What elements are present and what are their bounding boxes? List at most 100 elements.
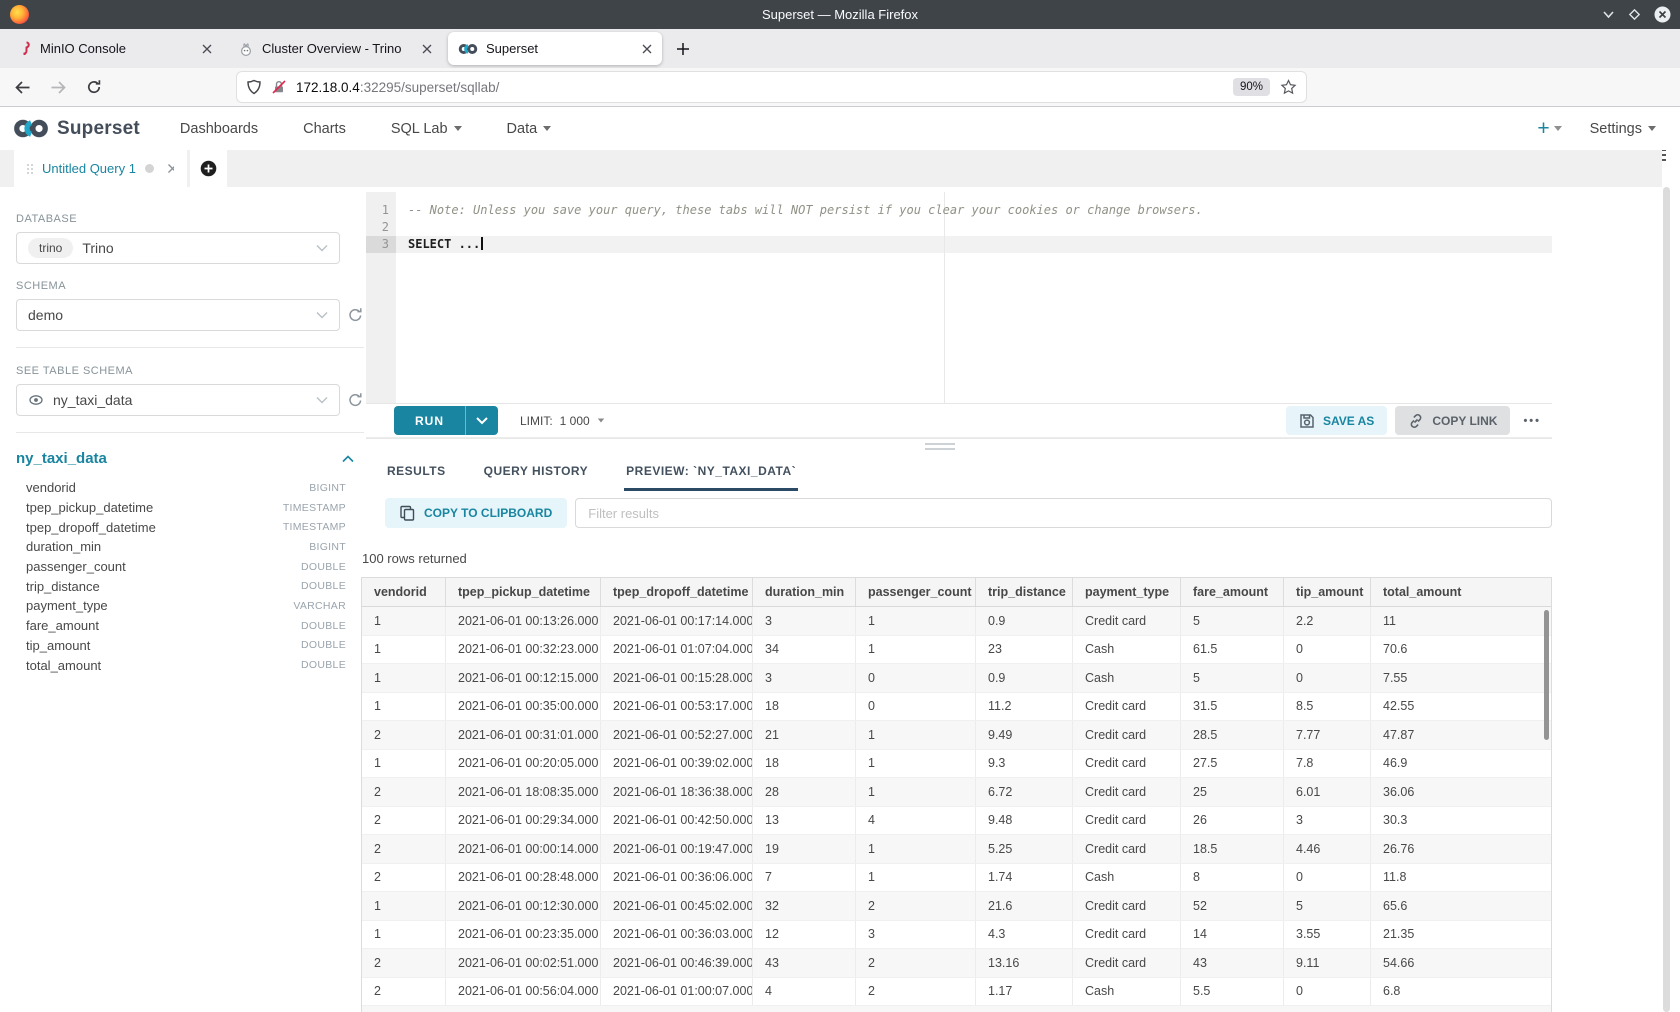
schema-value: demo [28,307,63,323]
table-scrollbar[interactable] [1544,610,1549,740]
table-header-cell[interactable]: duration_min [753,578,856,606]
settings-menu[interactable]: Settings [1590,121,1656,137]
insecure-connection-lock-icon[interactable] [271,79,287,95]
column-name: tip_amount [26,638,90,653]
table-cell: Credit card [1073,835,1181,863]
minio-icon [18,41,32,56]
refresh-schema-icon[interactable] [347,307,364,324]
text-cursor [481,237,483,250]
table-cell: 3 [1284,807,1371,835]
table-cell: 2021-06-01 00:45:02.000 [601,892,753,920]
table-cell: 61.5 [1181,636,1284,664]
table-cell: 2021-06-01 00:20:05.000 [446,750,601,778]
table-header-cell[interactable]: total_amount [1371,578,1552,606]
table-cell: 3 [856,921,976,949]
table-cell: 7.8 [1284,750,1371,778]
table-header-cell[interactable]: vendorid [362,578,446,606]
tracking-protection-shield-icon[interactable] [246,79,262,95]
new-query-tab-button[interactable] [190,150,227,187]
reload-button[interactable] [86,79,102,95]
browser-tab-minio[interactable]: MinIO Console [8,32,222,65]
sql-editor[interactable]: 1 2 3 -- Note: Unless you save your quer… [366,192,1552,404]
table-cell: 2021-06-01 00:46:39.000 [601,949,753,977]
table-cell: Cash [1073,978,1181,1006]
tab-close-icon[interactable] [202,44,212,54]
sqllab-sidebar: DATABASE trino Trino SCHEMA demo SEE TAB… [0,187,366,1012]
query-tab-untitled[interactable]: Untitled Query 1 [14,150,187,187]
table-cell: 70.6 [1371,636,1552,664]
table-cell: 1 [362,636,446,664]
drag-handle-icon[interactable] [27,164,33,174]
column-type: TIMESTAMP [283,502,346,514]
refresh-table-icon[interactable] [347,392,364,409]
nav-item-dashboards[interactable]: Dashboards [180,121,258,137]
tab-query-history[interactable]: QUERY HISTORY [482,455,591,491]
table-cell: 2021-06-01 00:28:48.000 [446,864,601,892]
forward-button[interactable] [50,80,67,95]
more-actions-button[interactable]: ••• [1518,415,1546,427]
table-cell: 26.76 [1371,835,1552,863]
filter-results-input[interactable] [575,498,1552,528]
table-header-cell[interactable]: tpep_pickup_datetime [446,578,601,606]
table-select[interactable]: ny_taxi_data [16,384,340,416]
back-button[interactable] [14,80,31,95]
table-header-cell[interactable]: passenger_count [856,578,976,606]
tab-close-icon[interactable] [642,44,652,54]
table-header-cell[interactable]: payment_type [1073,578,1181,606]
table-cell: Cash [1073,664,1181,692]
table-cell: 5.25 [976,835,1073,863]
table-cell: 32 [753,892,856,920]
nav-item-charts[interactable]: Charts [303,121,346,137]
run-options-button[interactable] [465,406,498,435]
table-header-cell[interactable]: tpep_dropoff_datetime [601,578,753,606]
superset-brand[interactable]: Superset [0,118,140,140]
eye-icon [28,392,44,408]
table-header-cell[interactable]: tip_amount [1284,578,1371,606]
table-header-cell[interactable]: fare_amount [1181,578,1284,606]
table-cell: 2021-06-01 00:39:02.000 [601,750,753,778]
url-text[interactable]: 172.18.0.4:32295/superset/sqllab/ [296,80,1233,95]
query-tab-close-icon[interactable] [163,163,174,174]
table-row: 22021-06-01 00:31:01.0002021-06-01 00:52… [362,721,1551,750]
window-minimize-icon[interactable] [1602,9,1615,20]
table-schema-title[interactable]: ny_taxi_data [16,450,107,467]
database-select[interactable]: trino Trino [16,232,340,264]
new-browser-tab-button[interactable] [668,34,698,64]
editor-code[interactable]: -- Note: Unless you save your query, the… [408,202,1552,253]
nav-item-sql-lab[interactable]: SQL Lab [391,121,462,137]
add-new-button[interactable]: + [1537,119,1561,139]
table-row: 22021-06-01 18:08:35.0002021-06-01 18:36… [362,778,1551,807]
table-cell: 43 [1181,949,1284,977]
tab-results[interactable]: RESULTS [385,455,448,491]
save-as-button[interactable]: SAVE AS [1286,406,1387,435]
limit-control[interactable]: LIMIT: 1 000 [520,414,605,428]
pane-resize-handle[interactable] [925,443,955,453]
url-bar[interactable]: 172.18.0.4:32295/superset/sqllab/ 90% [237,72,1306,102]
table-row: 22021-06-01 00:00:14.0002021-06-01 00:19… [362,835,1551,864]
nav-item-data[interactable]: Data [507,121,552,137]
tab-preview-ny-taxi-data[interactable]: PREVIEW: `NY_TAXI_DATA` [624,455,798,491]
page-scrollbar[interactable] [1663,187,1670,1012]
column-type: BIGINT [309,482,346,494]
results-table-header: vendoridtpep_pickup_datetimetpep_dropoff… [362,577,1551,607]
window-maximize-icon[interactable] [1628,8,1641,21]
table-cell: 46.9 [1371,750,1552,778]
schema-column-row: duration_minBIGINT [16,537,346,557]
collapse-chevron-up-icon[interactable] [342,455,354,463]
table-cell: 2021-06-01 00:29:34.000 [446,807,601,835]
copy-to-clipboard-button[interactable]: COPY TO CLIPBOARD [385,498,567,528]
bookmark-star-icon[interactable] [1280,79,1297,95]
copy-link-button[interactable]: COPY LINK [1395,406,1510,435]
table-cell: 8 [1181,864,1284,892]
browser-tab-trino[interactable]: Cluster Overview - Trino [228,32,442,65]
zoom-level-badge[interactable]: 90% [1233,78,1270,96]
superset-logo-icon [12,118,50,139]
run-button[interactable]: RUN [394,406,465,435]
table-cell: 2 [362,721,446,749]
schema-select[interactable]: demo [16,299,340,331]
browser-tab-superset[interactable]: Superset [448,32,662,65]
window-close-icon[interactable] [1654,6,1671,23]
table-header-cell[interactable]: trip_distance [976,578,1073,606]
table-cell: 47.87 [1371,721,1552,749]
tab-close-icon[interactable] [422,44,432,54]
